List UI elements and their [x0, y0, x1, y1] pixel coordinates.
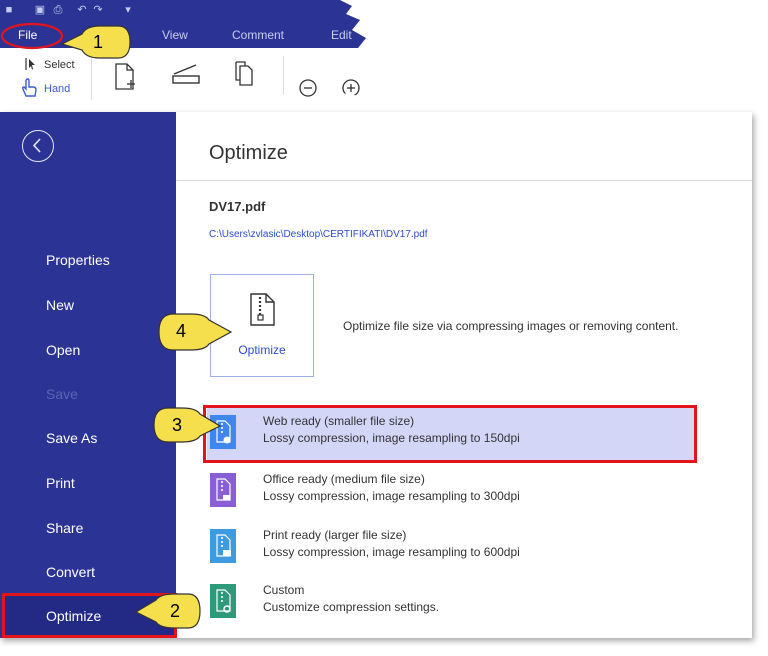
optimize-description: Optimize file size via compressing image… — [343, 319, 679, 333]
backstage-panel: Properties New Open Save Save As Print S… — [0, 112, 752, 638]
option-print-ready[interactable]: Print ready (larger file size) Lossy com… — [207, 522, 697, 574]
from-scanner-label: Fron — [172, 97, 195, 109]
backstage-sidebar: Properties New Open Save Save As Print S… — [0, 112, 177, 638]
file-name: DV17.pdf — [209, 199, 266, 214]
menu-edit[interactable]: Edit — [331, 28, 352, 42]
option-custom[interactable]: Custom Customize compression settings. — [207, 577, 697, 629]
sidebar-item-share[interactable]: Share — [46, 519, 83, 537]
page-title: Optimize — [209, 142, 288, 164]
menu-comment[interactable]: Comment — [232, 28, 284, 42]
sidebar-item-save-as[interactable]: Save As — [46, 429, 97, 447]
create-file-icon[interactable] — [113, 62, 137, 92]
sidebar-item-optimize[interactable]: Optimize — [46, 607, 101, 625]
back-arrow-icon — [32, 138, 41, 153]
back-button[interactable] — [22, 130, 54, 162]
option-title: Office ready (medium file size) — [263, 472, 425, 486]
callout-4 — [158, 313, 233, 351]
option-subtitle: Customize compression settings. — [263, 600, 440, 614]
option-office-ready[interactable]: Office ready (medium file size) Lossy co… — [207, 466, 697, 518]
option-subtitle: Lossy compression, image resampling to 3… — [263, 489, 520, 503]
hand-icon — [21, 78, 37, 97]
zoom-out-icon[interactable] — [298, 78, 318, 98]
callout-4-number: 4 — [175, 321, 186, 341]
print-ready-icon — [210, 529, 236, 563]
optimize-content: Optimize DV17.pdf C:\Users\zvlasic\Deskt… — [176, 112, 752, 638]
callout-3-number: 3 — [171, 415, 182, 435]
option-subtitle: Lossy compression, image resampling to 1… — [263, 431, 520, 445]
option-web-ready[interactable]: Web ready (smaller file size) Lossy comp… — [207, 408, 697, 460]
menu-view[interactable]: View — [162, 28, 188, 42]
sidebar-item-properties[interactable]: Properties — [46, 251, 110, 269]
sidebar-item-convert[interactable]: Convert — [46, 563, 95, 581]
option-title: Web ready (smaller file size) — [263, 414, 415, 428]
option-title: Print ready (larger file size) — [263, 528, 407, 542]
title-divider — [176, 180, 752, 181]
ribbon-divider — [91, 56, 92, 100]
zip-file-icon — [250, 293, 275, 326]
scanner-icon[interactable] — [170, 62, 202, 88]
option-subtitle: Lossy compression, image resampling to 6… — [263, 545, 520, 559]
custom-icon — [210, 584, 236, 618]
office-ready-icon — [210, 473, 236, 507]
ribbon-divider — [283, 56, 284, 100]
callout-2-number: 2 — [169, 601, 180, 621]
hand-tool[interactable]: Hand — [44, 83, 70, 96]
sidebar-item-print[interactable]: Print — [46, 474, 75, 492]
file-path-link[interactable]: C:\Users\zvlasic\Desktop\CERTIFIKATI\DV1… — [209, 229, 428, 240]
zoom-in-icon[interactable] — [341, 78, 361, 98]
sidebar-item-save: Save — [46, 386, 78, 402]
option-title: Custom — [263, 583, 305, 597]
combine-files-icon[interactable] — [233, 60, 255, 88]
sidebar-item-new[interactable]: New — [46, 296, 74, 314]
callout-1-number: 1 — [92, 32, 103, 52]
sidebar-item-open[interactable]: Open — [46, 341, 80, 359]
